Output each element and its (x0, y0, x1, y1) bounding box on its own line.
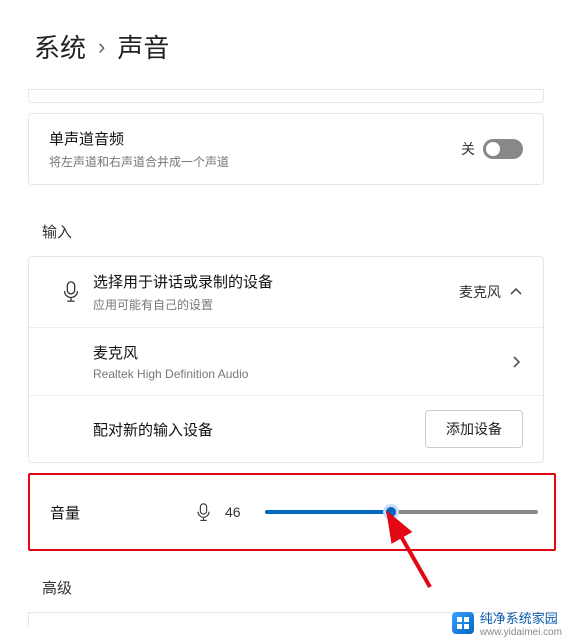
annotation-arrow (390, 523, 450, 598)
mic-device-title: 麦克风 (93, 342, 509, 363)
mono-audio-title: 单声道音频 (49, 128, 461, 149)
watermark-url: www.yidaimei.com (480, 627, 562, 638)
breadcrumb-current: 声音 (117, 28, 169, 65)
pair-device-title: 配对新的输入设备 (93, 419, 425, 440)
volume-label: 音量 (42, 502, 182, 523)
breadcrumb-root[interactable]: 系统 (34, 28, 86, 65)
chevron-right-icon (509, 355, 523, 369)
choose-device-subtitle: 应用可能有自己的设置 (93, 296, 459, 313)
selected-input-device: 麦克风 (459, 282, 501, 302)
card-fragment-top (28, 89, 544, 103)
mic-device-subtitle: Realtek High Definition Audio (93, 367, 509, 381)
choose-device-title: 选择用于讲话或录制的设备 (93, 271, 459, 292)
microphone-device-row[interactable]: 麦克风 Realtek High Definition Audio (29, 327, 543, 395)
watermark-brand: 纯净系统家园 (480, 608, 562, 627)
volume-row-highlight: 音量 46 (28, 473, 556, 551)
add-device-button[interactable]: 添加设备 (425, 410, 523, 448)
advanced-section-label: 高级 (42, 577, 572, 598)
slider-fill (265, 510, 391, 514)
chevron-up-icon (509, 285, 523, 299)
microphone-icon (196, 503, 211, 522)
volume-value: 46 (225, 504, 251, 520)
volume-slider[interactable] (265, 510, 538, 514)
pair-new-device-row: 配对新的输入设备 添加设备 (29, 395, 543, 462)
input-section-label: 输入 (42, 221, 572, 242)
microphone-icon (62, 281, 80, 303)
choose-input-device-row[interactable]: 选择用于讲话或录制的设备 应用可能有自己的设置 麦克风 (29, 257, 543, 327)
mono-audio-subtitle: 将左声道和右声道合并成一个声道 (49, 153, 461, 170)
toggle-knob (486, 142, 500, 156)
input-device-group: 选择用于讲话或录制的设备 应用可能有自己的设置 麦克风 麦克风 Realtek … (28, 256, 544, 463)
mono-audio-card[interactable]: 单声道音频 将左声道和右声道合并成一个声道 关 (28, 113, 544, 185)
slider-thumb[interactable] (383, 504, 399, 520)
watermark: 纯净系统家园 www.yidaimei.com (452, 608, 562, 638)
breadcrumb-separator: › (98, 34, 105, 60)
watermark-logo-icon (452, 612, 474, 634)
mono-audio-state-label: 关 (461, 139, 475, 159)
breadcrumb: 系统 › 声音 (0, 0, 572, 89)
mono-audio-toggle[interactable] (483, 139, 523, 159)
